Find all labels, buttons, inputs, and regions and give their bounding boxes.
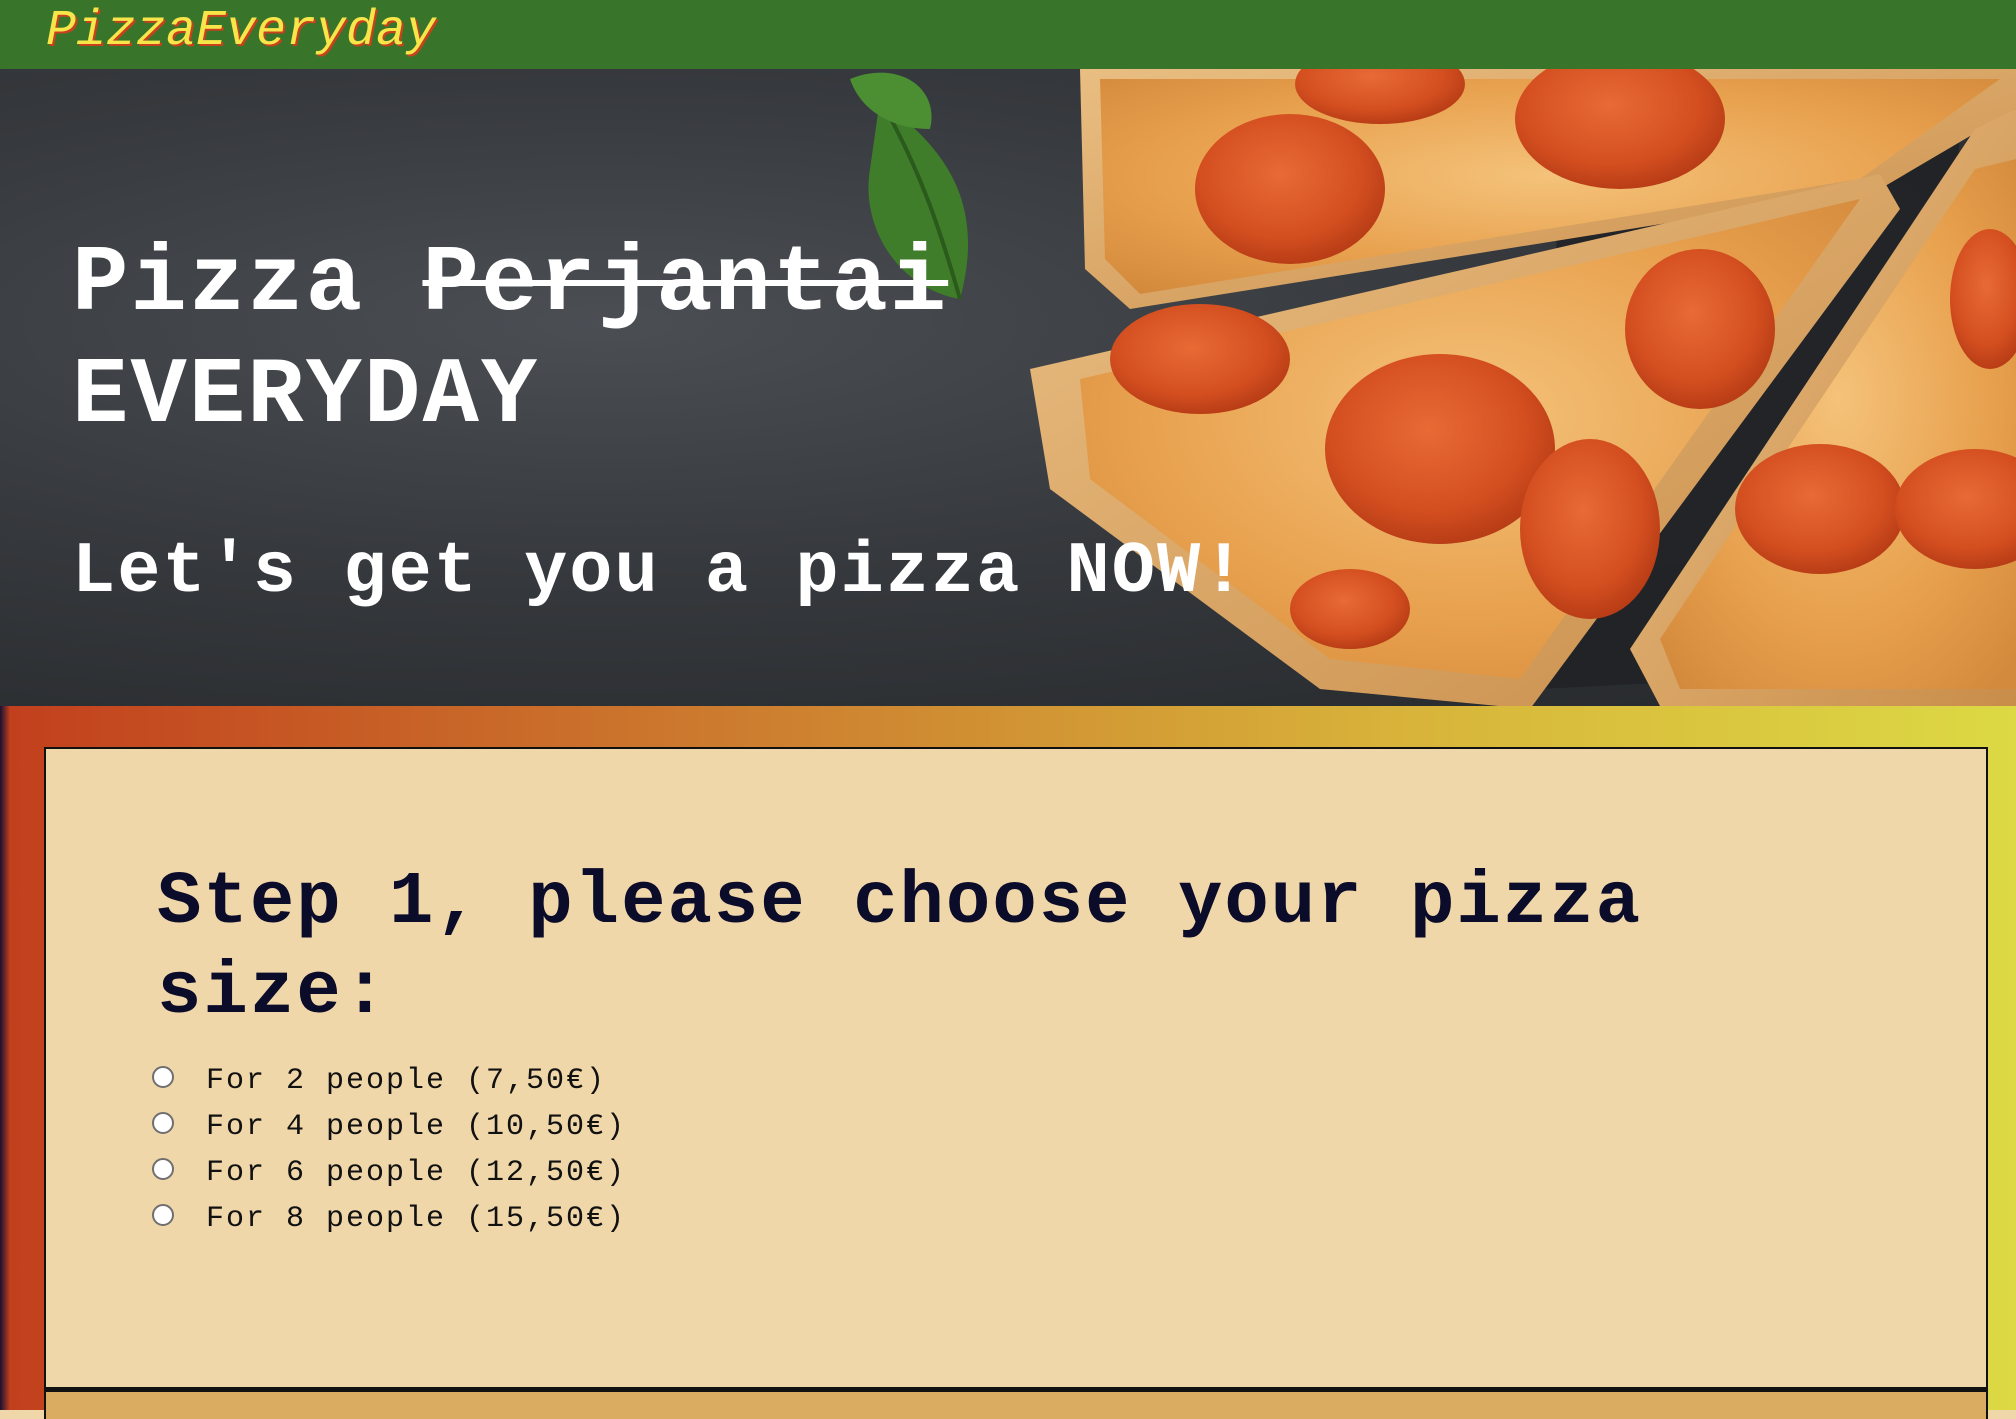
size-option-8-people[interactable]: For 8 people (15,50€) [152, 1196, 626, 1242]
site-header: PizzaEveryday [0, 0, 2016, 70]
pizza-size-options: For 2 people (7,50€) For 4 people (10,50… [152, 1058, 626, 1242]
next-step-card [44, 1389, 1988, 1419]
size-option-label: For 2 people (7,50€) [206, 1064, 607, 1098]
radio-2-people[interactable] [152, 1066, 174, 1088]
radio-4-people[interactable] [152, 1112, 174, 1134]
site-logo[interactable]: PizzaEveryday [46, 0, 436, 64]
hero-title: Pizza Perjantai EVERYDAY [72, 229, 948, 453]
hero-title-everyday: EVERYDAY [72, 344, 540, 450]
radio-6-people[interactable] [152, 1158, 174, 1180]
frame-edge-shadow [0, 706, 10, 1410]
size-option-label: For 4 people (10,50€) [206, 1110, 627, 1144]
size-option-4-people[interactable]: For 4 people (10,50€) [152, 1104, 626, 1150]
size-option-6-people[interactable]: For 6 people (12,50€) [152, 1150, 626, 1196]
step1-title: Step 1, please choose your pizza size: [157, 861, 1643, 1035]
radio-8-people[interactable] [152, 1204, 174, 1226]
size-option-label: For 8 people (15,50€) [206, 1202, 627, 1236]
size-option-2-people[interactable]: For 2 people (7,50€) [152, 1058, 626, 1104]
hero-subtitle: Let's get you a pizza NOW! [72, 531, 1248, 613]
hero-banner: Pizza Perjantai EVERYDAY Let's get you a … [0, 69, 2016, 706]
hero-title-word: Pizza [72, 232, 365, 338]
hero-title-struck-word: Perjantai [422, 232, 949, 338]
size-option-label: For 6 people (12,50€) [206, 1156, 627, 1190]
